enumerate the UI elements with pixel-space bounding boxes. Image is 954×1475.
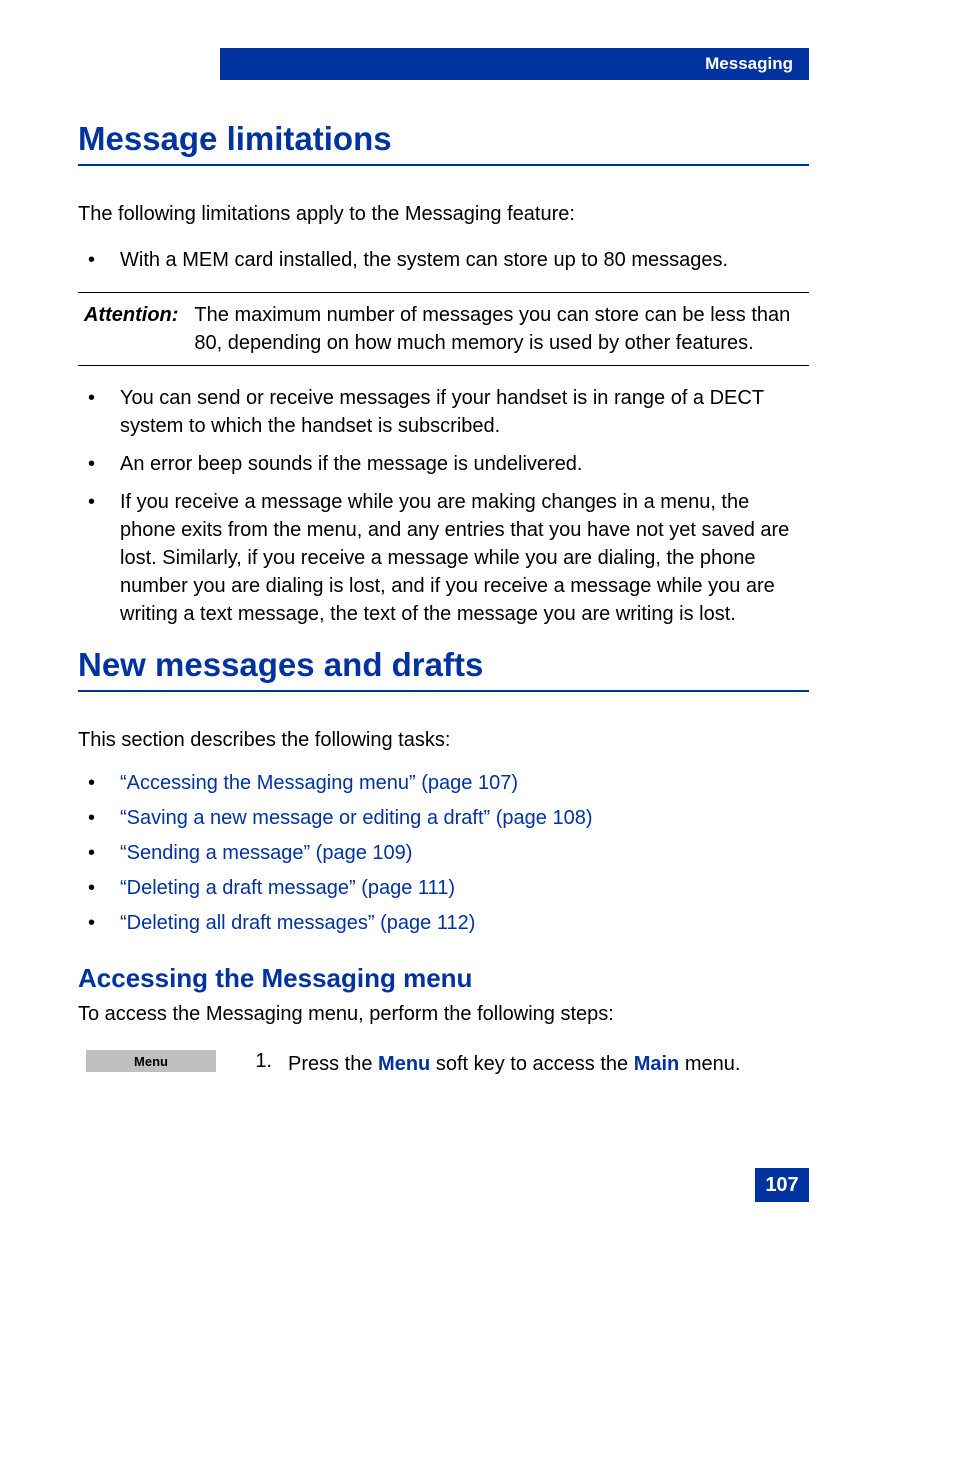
header-title: Messaging (705, 54, 793, 74)
attention-box: Attention: The maximum number of message… (78, 292, 809, 366)
xref-link[interactable]: “Saving a new message or editing a draft… (120, 807, 593, 829)
list-item: “Accessing the Messaging menu” (page 107… (78, 772, 809, 795)
step-text-prefix: Press the (288, 1053, 378, 1075)
section2-intro: This section describes the following tas… (78, 726, 809, 754)
section1-list-top: With a MEM card installed, the system ca… (78, 246, 809, 274)
menu-softkey-icon: Menu (86, 1050, 216, 1072)
heading-new-messages-drafts: New messages and drafts (78, 646, 809, 692)
heading-message-limitations: Message limitations (78, 120, 809, 166)
ui-term-main: Main (634, 1053, 680, 1075)
xref-link[interactable]: “Sending a message” (page 109) (120, 842, 412, 864)
ui-term-menu: Menu (378, 1053, 430, 1075)
step-row: Menu 1. Press the Menu soft key to acces… (78, 1050, 809, 1078)
list-item: “Deleting all draft messages” (page 112) (78, 912, 809, 935)
list-item: If you receive a message while you are m… (78, 488, 809, 628)
list-item: An error beep sounds if the message is u… (78, 450, 809, 478)
header-bar: Messaging (220, 48, 809, 80)
section3-intro: To access the Messaging menu, perform th… (78, 1000, 809, 1028)
list-item: You can send or receive messages if your… (78, 384, 809, 440)
step-text-mid: soft key to access the (430, 1053, 633, 1075)
list-item: With a MEM card installed, the system ca… (78, 246, 809, 274)
step-number: 1. (216, 1050, 272, 1073)
step-text-suffix: menu. (679, 1053, 740, 1075)
xref-link[interactable]: “Deleting a draft message” (page 111) (120, 877, 455, 899)
list-item: “Sending a message” (page 109) (78, 842, 809, 865)
list-item: “Saving a new message or editing a draft… (78, 807, 809, 830)
step-instruction: Press the Menu soft key to access the Ma… (272, 1050, 740, 1078)
page-number: 107 (755, 1168, 809, 1202)
section1-list-bottom: You can send or receive messages if your… (78, 384, 809, 628)
attention-label: Attention: (78, 301, 188, 357)
section2-link-list: “Accessing the Messaging menu” (page 107… (78, 772, 809, 935)
page-header: Messaging (0, 48, 954, 80)
xref-link[interactable]: “Deleting all draft messages” (page 112) (120, 912, 475, 934)
attention-text: The maximum number of messages you can s… (188, 301, 809, 357)
heading-accessing-messaging-menu: Accessing the Messaging menu (78, 963, 809, 994)
list-item: “Deleting a draft message” (page 111) (78, 877, 809, 900)
section1-intro: The following limitations apply to the M… (78, 200, 809, 228)
xref-link[interactable]: “Accessing the Messaging menu” (page 107… (120, 772, 518, 794)
